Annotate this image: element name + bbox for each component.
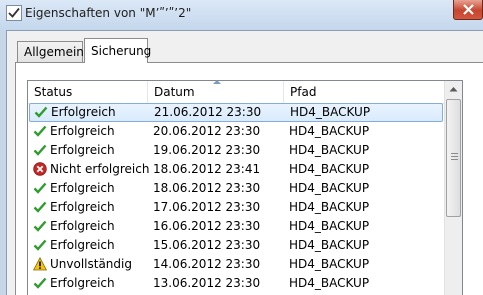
row-pfad: HD4_BACKUP (289, 143, 370, 157)
properties-check-icon (6, 5, 22, 21)
table-row[interactable]: Erfolgreich 16.06.2012 23:30 HD4_BACKUP (28, 217, 444, 236)
tab-allgemein[interactable]: Allgemein (17, 41, 84, 62)
table-row[interactable]: Erfolgreich 20.06.2012 23:30 HD4_BACKUP (28, 122, 444, 141)
row-datum: 16.06.2012 23:30 (153, 219, 261, 233)
row-datum: 14.06.2012 23:30 (153, 257, 261, 271)
row-status: Unvollständig (50, 257, 132, 271)
title-bar: Eigenschaften von "M’ʺ’ʺ’2" (0, 0, 483, 30)
scrollbar-thumb[interactable] (446, 99, 461, 217)
success-check-icon (33, 220, 47, 232)
row-datum: 20.06.2012 23:30 (153, 124, 261, 138)
row-pfad: HD4_BACKUP (289, 181, 370, 195)
row-pfad: HD4_BACKUP (289, 162, 370, 176)
row-pfad: HD4_BACKUP (289, 219, 370, 233)
row-pfad: HD4_BACKUP (289, 257, 370, 271)
column-header-pfad[interactable]: Pfad (284, 81, 444, 103)
row-datum: 19.06.2012 23:30 (153, 143, 261, 157)
row-status: Erfolgreich (50, 200, 115, 214)
row-pfad: HD4_BACKUP (289, 276, 370, 290)
warning-triangle-icon (33, 257, 47, 271)
table-row[interactable]: Erfolgreich 18.06.2012 23:30 HD4_BACKUP (28, 179, 444, 198)
row-status: Erfolgreich (50, 143, 115, 157)
row-datum: 13.06.2012 23:30 (153, 276, 261, 290)
thumb-grip-line (451, 153, 458, 154)
vertical-scrollbar[interactable] (444, 81, 462, 295)
success-check-icon (33, 201, 47, 213)
row-status: Erfolgreich (50, 181, 115, 195)
row-datum: 15.06.2012 23:30 (153, 238, 261, 252)
row-datum: 18.06.2012 23:41 (153, 162, 261, 176)
tab-sicherung[interactable]: Sicherung (84, 38, 151, 63)
list-header: Status Datum Pfad (28, 80, 444, 104)
table-row[interactable]: Erfolgreich 21.06.2012 23:30 HD4_BACKUP (29, 103, 443, 122)
success-check-icon (33, 277, 47, 289)
sort-ascending-icon (213, 80, 221, 84)
row-status: Nicht erfolgreich (50, 162, 150, 176)
row-status: Erfolgreich (50, 219, 115, 233)
success-check-icon (33, 182, 47, 194)
table-row[interactable]: Erfolgreich 17.06.2012 23:30 HD4_BACKUP (28, 198, 444, 217)
table-row[interactable]: Unvollständig 14.06.2012 23:30 HD4_BACKU… (28, 255, 444, 274)
success-check-icon (33, 144, 47, 156)
row-status: Erfolgreich (51, 105, 116, 119)
error-x-icon (33, 162, 47, 176)
scroll-up-arrow-icon[interactable] (445, 81, 462, 98)
window-title: Eigenschaften von "M’ʺ’ʺ’2" (25, 6, 192, 20)
column-header-status[interactable]: Status (28, 81, 148, 103)
row-status: Erfolgreich (50, 238, 115, 252)
row-datum: 17.06.2012 23:30 (153, 200, 261, 214)
column-header-datum[interactable]: Datum (148, 81, 284, 103)
success-check-icon (33, 239, 47, 251)
success-check-icon (33, 125, 47, 137)
row-datum: 18.06.2012 23:30 (153, 181, 261, 195)
table-row[interactable]: Nicht erfolgreich 18.06.2012 23:41 HD4_B… (28, 160, 444, 179)
row-status: Erfolgreich (50, 124, 115, 138)
thumb-grip-line (451, 159, 458, 160)
table-row[interactable]: Erfolgreich 15.06.2012 23:30 HD4_BACKUP (28, 236, 444, 255)
row-pfad: HD4_BACKUP (290, 105, 371, 119)
row-pfad: HD4_BACKUP (289, 124, 370, 138)
table-row[interactable]: Erfolgreich 13.06.2012 23:30 HD4_BACKUP (28, 274, 444, 293)
table-row[interactable]: Erfolgreich 19.06.2012 23:30 HD4_BACKUP (28, 141, 444, 160)
close-button[interactable] (453, 0, 483, 20)
list-rows: Erfolgreich 21.06.2012 23:30 HD4_BACKUP … (28, 103, 444, 293)
row-pfad: HD4_BACKUP (289, 200, 370, 214)
success-check-icon (34, 106, 48, 118)
thumb-grip-line (451, 156, 458, 157)
close-icon (463, 4, 474, 15)
row-datum: 21.06.2012 23:30 (154, 105, 262, 119)
row-pfad: HD4_BACKUP (289, 238, 370, 252)
row-status: Erfolgreich (50, 276, 115, 290)
